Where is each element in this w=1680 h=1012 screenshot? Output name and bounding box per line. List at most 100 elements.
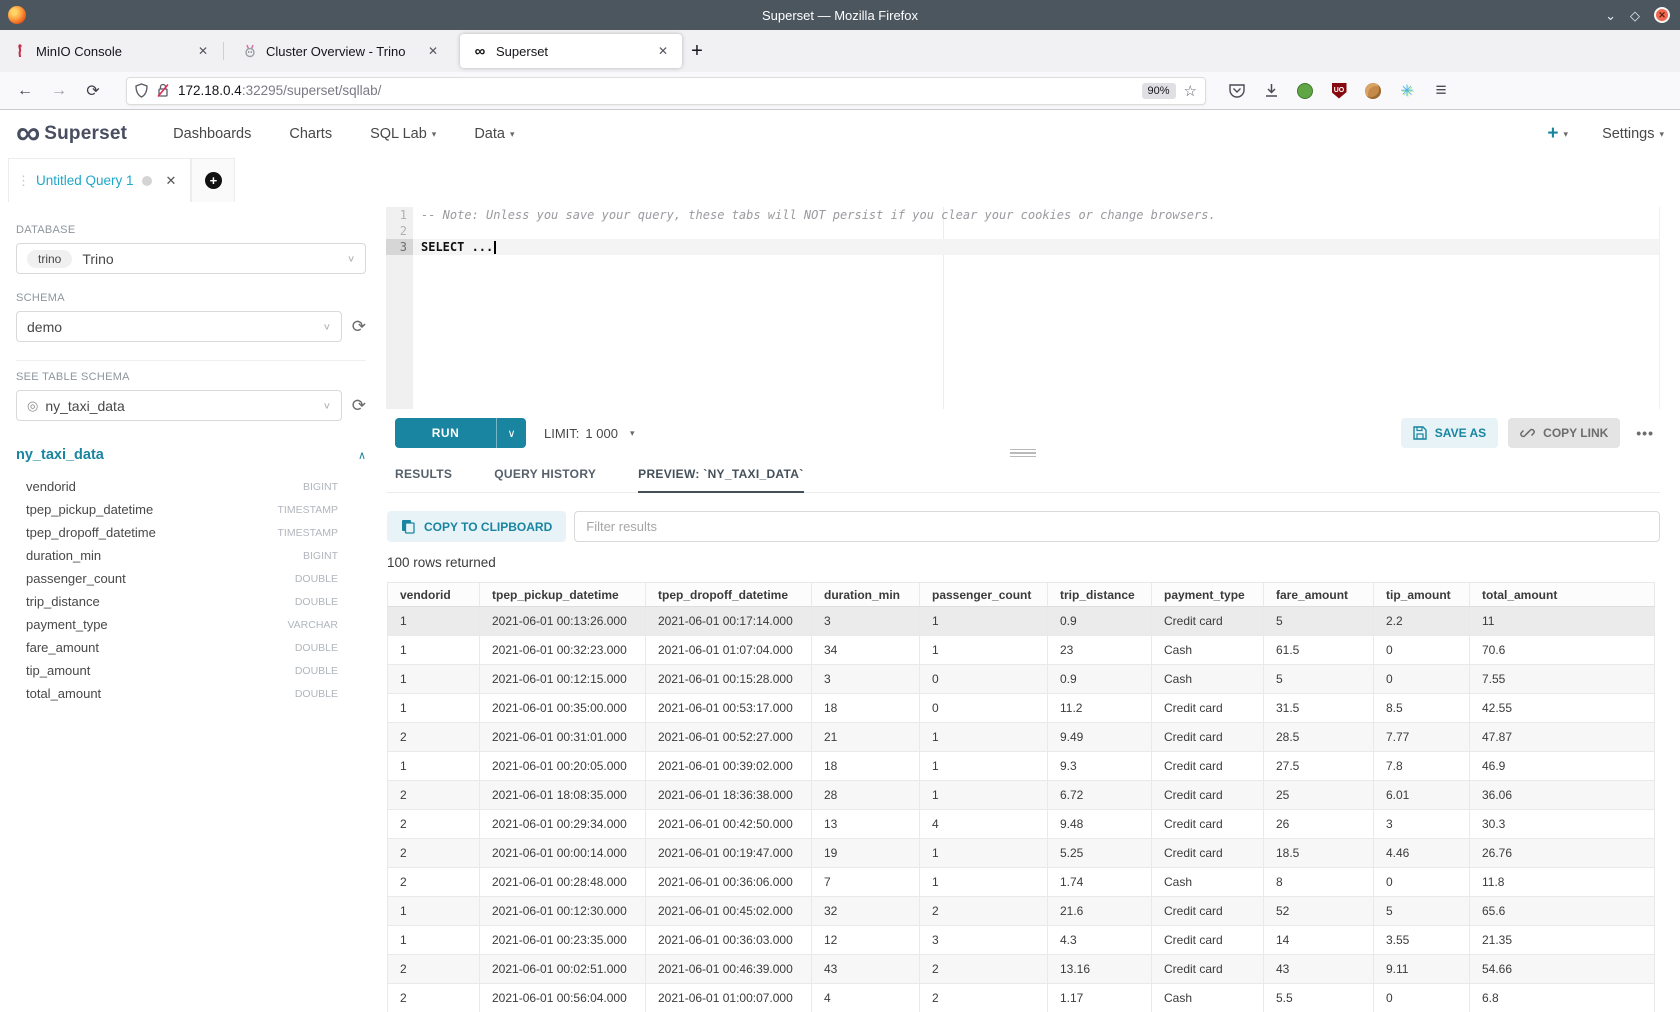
results-tab-0[interactable]: RESULTS [395,457,452,492]
navbar-settings-menu[interactable]: Settings▾ [1602,126,1664,142]
privacy-badger-icon[interactable] [1296,82,1314,100]
run-button[interactable]: RUN [395,418,496,448]
browser-tab-minio[interactable]: MinIO Console ✕ [0,34,222,68]
tab-close-icon[interactable]: ✕ [654,42,672,60]
ublock-origin-icon[interactable]: UO [1330,82,1348,100]
grid-row[interactable]: 12021-06-01 00:23:35.0002021-06-01 00:36… [388,926,1655,955]
add-query-tab-button[interactable]: + [191,158,235,202]
schema-column-row[interactable]: duration_minBIGINT [16,544,366,567]
grid-column-header[interactable]: vendorid [388,583,480,607]
grid-row[interactable]: 12021-06-01 00:13:26.0002021-06-01 00:17… [388,607,1655,636]
schema-column-row[interactable]: total_amountDOUBLE [16,682,366,705]
grid-column-header[interactable]: payment_type [1152,583,1264,607]
schema-column-row[interactable]: tpep_pickup_datetimeTIMESTAMP [16,498,366,521]
url-bar[interactable]: 172.18.0.4:32295/superset/sqllab/ 90% ☆ [126,77,1206,105]
results-tab-2[interactable]: PREVIEW: `NY_TAXI_DATA` [638,457,803,492]
grid-cell: 13.16 [1048,955,1152,984]
tracking-shield-icon[interactable] [135,83,148,98]
schema-column-row[interactable]: tpep_dropoff_datetimeTIMESTAMP [16,521,366,544]
grid-cell: 9.11 [1374,955,1470,984]
schema-column-row[interactable]: fare_amountDOUBLE [16,636,366,659]
grid-row[interactable]: 22021-06-01 00:02:51.0002021-06-01 00:46… [388,955,1655,984]
grid-row[interactable]: 22021-06-01 00:00:14.0002021-06-01 00:19… [388,839,1655,868]
insecure-lock-icon[interactable] [156,83,170,98]
grid-cell: 54.66 [1470,955,1655,984]
window-minimize-button[interactable]: ⌄ [1605,9,1616,22]
sqllab-main: 1-- Note: Unless you save your query, th… [380,202,1680,1012]
grid-row[interactable]: 22021-06-01 00:56:04.0002021-06-01 01:00… [388,984,1655,1012]
drag-handle-icon[interactable]: ⋮ [17,173,28,189]
downloads-icon[interactable] [1262,82,1280,100]
grid-row[interactable]: 12021-06-01 00:20:05.0002021-06-01 00:39… [388,752,1655,781]
extension-asterisk-icon[interactable]: ✳ [1398,82,1416,100]
grid-cell: 5 [1264,607,1374,636]
nav-item-sql-lab[interactable]: SQL Lab▾ [370,126,436,142]
database-select[interactable]: trino Trino ∨ [16,243,366,274]
tab-close-icon[interactable]: ✕ [194,42,212,60]
bookmark-star-icon[interactable]: ☆ [1184,82,1197,100]
grid-row[interactable]: 12021-06-01 00:35:00.0002021-06-01 00:53… [388,694,1655,723]
grid-column-header[interactable]: total_amount [1470,583,1655,607]
sql-editor[interactable]: 1-- Note: Unless you save your query, th… [386,207,1660,409]
grid-column-header[interactable]: tip_amount [1374,583,1470,607]
grid-column-header[interactable]: passenger_count [920,583,1048,607]
url-text[interactable]: 172.18.0.4:32295/superset/sqllab/ [178,83,1142,98]
grid-row[interactable]: 12021-06-01 00:12:15.0002021-06-01 00:15… [388,665,1655,694]
grid-cell: 1 [920,723,1048,752]
copy-to-clipboard-button[interactable]: COPY TO CLIPBOARD [387,511,566,542]
query-tab-close-icon[interactable]: ✕ [166,173,177,189]
hamburger-menu-icon[interactable]: ≡ [1432,82,1450,100]
grid-column-header[interactable]: duration_min [812,583,920,607]
panel-resize-handle[interactable] [1010,447,1036,460]
run-options-caret[interactable]: ∨ [496,418,526,448]
new-tab-button[interactable]: + [682,34,712,68]
save-as-button[interactable]: SAVE AS [1401,418,1498,448]
grid-row[interactable]: 12021-06-01 00:12:30.0002021-06-01 00:45… [388,897,1655,926]
refresh-schema-icon[interactable]: ⟳ [352,318,366,335]
zoom-level-badge[interactable]: 90% [1142,83,1176,99]
refresh-table-icon[interactable]: ⟳ [352,397,366,414]
grid-column-header[interactable]: trip_distance [1048,583,1152,607]
nav-item-charts[interactable]: Charts [289,126,332,142]
grid-row[interactable]: 22021-06-01 00:31:01.0002021-06-01 00:52… [388,723,1655,752]
results-tab-1[interactable]: QUERY HISTORY [494,457,596,492]
editor-line[interactable]: 1-- Note: Unless you save your query, th… [386,207,1659,223]
grid-column-header[interactable]: fare_amount [1264,583,1374,607]
grid-row[interactable]: 22021-06-01 00:28:48.0002021-06-01 00:36… [388,868,1655,897]
reload-button[interactable]: ⟳ [78,77,108,105]
query-tab[interactable]: ⋮ Untitled Query 1 ✕ [8,158,191,202]
grid-column-header[interactable]: tpep_dropoff_datetime [646,583,812,607]
pocket-icon[interactable] [1228,82,1246,100]
grid-column-header[interactable]: tpep_pickup_datetime [480,583,646,607]
schema-select[interactable]: demo ∨ [16,311,342,342]
schema-column-row[interactable]: vendoridBIGINT [16,475,366,498]
window-close-button[interactable]: ✕ [1654,7,1670,23]
collapse-chevron-up-icon[interactable]: ∧ [358,449,366,462]
cookie-extension-icon[interactable] [1364,82,1382,100]
editor-line[interactable]: 2 [386,223,1659,239]
schema-column-row[interactable]: payment_typeVARCHAR [16,613,366,636]
grid-row[interactable]: 22021-06-01 00:29:34.0002021-06-01 00:42… [388,810,1655,839]
schema-table-name[interactable]: ny_taxi_data [16,447,104,463]
grid-row[interactable]: 12021-06-01 00:32:23.0002021-06-01 01:07… [388,636,1655,665]
editor-line[interactable]: 3SELECT ... [386,239,1659,255]
tab-close-icon[interactable]: ✕ [424,42,442,60]
schema-column-row[interactable]: passenger_countDOUBLE [16,567,366,590]
nav-item-data[interactable]: Data▾ [474,126,514,142]
schema-column-row[interactable]: trip_distanceDOUBLE [16,590,366,613]
copy-link-button[interactable]: COPY LINK [1508,418,1620,448]
filter-results-input[interactable] [574,511,1660,542]
grid-row[interactable]: 22021-06-01 18:08:35.0002021-06-01 18:36… [388,781,1655,810]
forward-button[interactable]: → [44,77,74,105]
navbar-add-button[interactable]: +▾ [1547,123,1568,145]
nav-item-dashboards[interactable]: Dashboards [173,126,251,142]
limit-dropdown[interactable]: LIMIT: 1 000 ▾ [544,426,634,441]
browser-tab-trino[interactable]: Cluster Overview - Trino ✕ [230,34,452,68]
superset-logo[interactable]: ∞ Superset [16,120,127,147]
more-actions-button[interactable]: ••• [1630,425,1660,441]
schema-column-row[interactable]: tip_amountDOUBLE [16,659,366,682]
browser-tab-superset[interactable]: ∞ Superset ✕ [460,34,682,68]
table-select[interactable]: ◎ ny_taxi_data ∨ [16,390,342,421]
back-button[interactable]: ← [10,77,40,105]
window-maximize-button[interactable]: ◇ [1630,9,1640,22]
